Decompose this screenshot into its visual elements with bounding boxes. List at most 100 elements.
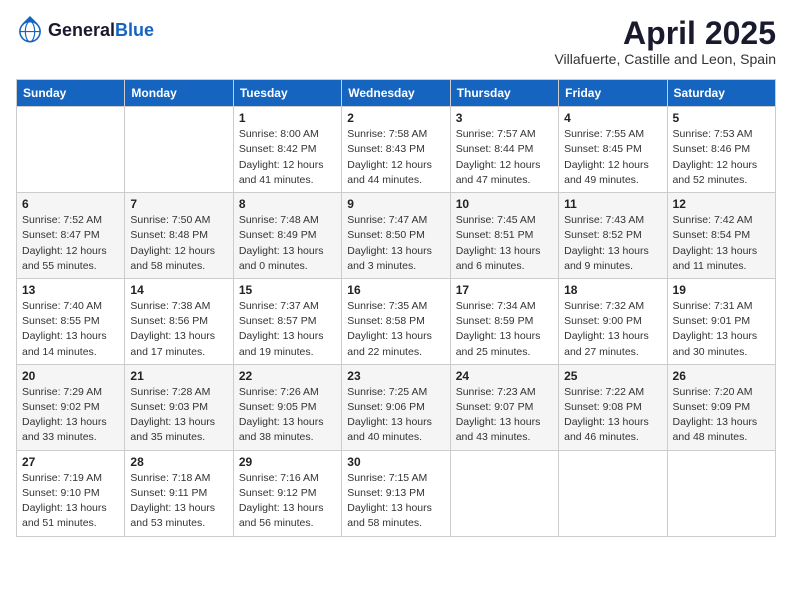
calendar-cell: 22 Sunrise: 7:26 AMSunset: 9:05 PMDayligh…	[233, 364, 341, 450]
calendar-cell: 17 Sunrise: 7:34 AMSunset: 8:59 PMDayligh…	[450, 278, 558, 364]
day-info: Sunrise: 7:45 AMSunset: 8:51 PMDaylight:…	[456, 213, 553, 274]
day-number: 25	[564, 369, 661, 383]
calendar-cell: 11 Sunrise: 7:43 AMSunset: 8:52 PMDayligh…	[559, 193, 667, 279]
day-info: Sunrise: 7:37 AMSunset: 8:57 PMDaylight:…	[239, 299, 336, 360]
day-number: 10	[456, 197, 553, 211]
title-area: April 2025 Villafuerte, Castille and Leo…	[554, 16, 776, 67]
calendar-cell	[450, 450, 558, 536]
day-info: Sunrise: 7:42 AMSunset: 8:54 PMDaylight:…	[673, 213, 770, 274]
day-info: Sunrise: 7:32 AMSunset: 9:00 PMDaylight:…	[564, 299, 661, 360]
calendar-table: SundayMondayTuesdayWednesdayThursdayFrid…	[16, 79, 776, 536]
day-header-friday: Friday	[559, 80, 667, 107]
calendar-header-row: SundayMondayTuesdayWednesdayThursdayFrid…	[17, 80, 776, 107]
day-number: 4	[564, 111, 661, 125]
day-number: 23	[347, 369, 444, 383]
day-info: Sunrise: 7:53 AMSunset: 8:46 PMDaylight:…	[673, 127, 770, 188]
calendar-cell: 3Sunrise: 7:57 AMSunset: 8:44 PMDaylight…	[450, 107, 558, 193]
logo-blue-text: Blue	[115, 20, 154, 40]
calendar-week-row: 20 Sunrise: 7:29 AMSunset: 9:02 PMDayligh…	[17, 364, 776, 450]
day-header-tuesday: Tuesday	[233, 80, 341, 107]
calendar-cell: 25 Sunrise: 7:22 AMSunset: 9:08 PMDayligh…	[559, 364, 667, 450]
calendar-week-row: 6 Sunrise: 7:52 AMSunset: 8:47 PMDaylight…	[17, 193, 776, 279]
calendar-week-row: 27Sunrise: 7:19 AMSunset: 9:10 PMDayligh…	[17, 450, 776, 536]
calendar-cell	[17, 107, 125, 193]
day-number: 13	[22, 283, 119, 297]
calendar-cell: 29Sunrise: 7:16 AMSunset: 9:12 PMDayligh…	[233, 450, 341, 536]
day-info: Sunrise: 7:31 AMSunset: 9:01 PMDaylight:…	[673, 299, 770, 360]
day-number: 20	[22, 369, 119, 383]
day-number: 14	[130, 283, 227, 297]
day-number: 1	[239, 111, 336, 125]
day-info: Sunrise: 7:47 AMSunset: 8:50 PMDaylight:…	[347, 213, 444, 274]
day-number: 7	[130, 197, 227, 211]
calendar-cell: 27Sunrise: 7:19 AMSunset: 9:10 PMDayligh…	[17, 450, 125, 536]
calendar-cell: 24Sunrise: 7:23 AMSunset: 9:07 PMDayligh…	[450, 364, 558, 450]
calendar-cell	[559, 450, 667, 536]
calendar-cell: 9 Sunrise: 7:47 AMSunset: 8:50 PMDaylight…	[342, 193, 450, 279]
calendar-cell: 2 Sunrise: 7:58 AMSunset: 8:43 PMDaylight…	[342, 107, 450, 193]
calendar-cell: 26Sunrise: 7:20 AMSunset: 9:09 PMDayligh…	[667, 364, 775, 450]
day-info: Sunrise: 7:52 AMSunset: 8:47 PMDaylight:…	[22, 213, 119, 274]
calendar-cell: 23 Sunrise: 7:25 AMSunset: 9:06 PMDayligh…	[342, 364, 450, 450]
day-number: 28	[130, 455, 227, 469]
calendar-cell: 15 Sunrise: 7:37 AMSunset: 8:57 PMDayligh…	[233, 278, 341, 364]
day-number: 24	[456, 369, 553, 383]
day-info: Sunrise: 7:34 AMSunset: 8:59 PMDaylight:…	[456, 299, 553, 360]
calendar-cell	[667, 450, 775, 536]
day-number: 9	[347, 197, 444, 211]
calendar-cell: 8Sunrise: 7:48 AMSunset: 8:49 PMDaylight…	[233, 193, 341, 279]
day-number: 17	[456, 283, 553, 297]
day-info: Sunrise: 7:43 AMSunset: 8:52 PMDaylight:…	[564, 213, 661, 274]
calendar-cell: 21 Sunrise: 7:28 AMSunset: 9:03 PMDayligh…	[125, 364, 233, 450]
day-number: 15	[239, 283, 336, 297]
day-header-saturday: Saturday	[667, 80, 775, 107]
day-info: Sunrise: 8:00 AMSunset: 8:42 PMDaylight:…	[239, 127, 336, 188]
day-info: Sunrise: 7:35 AMSunset: 8:58 PMDaylight:…	[347, 299, 444, 360]
day-info: Sunrise: 7:26 AMSunset: 9:05 PMDaylight:…	[239, 385, 336, 446]
day-info: Sunrise: 7:19 AMSunset: 9:10 PMDaylight:…	[22, 471, 119, 532]
calendar-cell: 1 Sunrise: 8:00 AMSunset: 8:42 PMDaylight…	[233, 107, 341, 193]
day-info: Sunrise: 7:40 AMSunset: 8:55 PMDaylight:…	[22, 299, 119, 360]
day-info: Sunrise: 7:55 AMSunset: 8:45 PMDaylight:…	[564, 127, 661, 188]
day-number: 11	[564, 197, 661, 211]
calendar-cell: 10 Sunrise: 7:45 AMSunset: 8:51 PMDayligh…	[450, 193, 558, 279]
day-info: Sunrise: 7:25 AMSunset: 9:06 PMDaylight:…	[347, 385, 444, 446]
day-number: 30	[347, 455, 444, 469]
location-subtitle: Villafuerte, Castille and Leon, Spain	[554, 51, 776, 67]
calendar-cell: 14 Sunrise: 7:38 AMSunset: 8:56 PMDayligh…	[125, 278, 233, 364]
day-number: 16	[347, 283, 444, 297]
calendar-cell: 5 Sunrise: 7:53 AMSunset: 8:46 PMDaylight…	[667, 107, 775, 193]
calendar-cell	[125, 107, 233, 193]
day-number: 22	[239, 369, 336, 383]
day-number: 6	[22, 197, 119, 211]
calendar-cell: 30 Sunrise: 7:15 AMSunset: 9:13 PMDayligh…	[342, 450, 450, 536]
calendar-cell: 13 Sunrise: 7:40 AMSunset: 8:55 PMDayligh…	[17, 278, 125, 364]
month-title: April 2025	[554, 16, 776, 51]
day-info: Sunrise: 7:22 AMSunset: 9:08 PMDaylight:…	[564, 385, 661, 446]
day-info: Sunrise: 7:38 AMSunset: 8:56 PMDaylight:…	[130, 299, 227, 360]
day-info: Sunrise: 7:28 AMSunset: 9:03 PMDaylight:…	[130, 385, 227, 446]
day-info: Sunrise: 7:16 AMSunset: 9:12 PMDaylight:…	[239, 471, 336, 532]
calendar-cell: 12 Sunrise: 7:42 AMSunset: 8:54 PMDayligh…	[667, 193, 775, 279]
day-header-wednesday: Wednesday	[342, 80, 450, 107]
calendar-cell: 18 Sunrise: 7:32 AMSunset: 9:00 PMDayligh…	[559, 278, 667, 364]
day-info: Sunrise: 7:58 AMSunset: 8:43 PMDaylight:…	[347, 127, 444, 188]
day-number: 3	[456, 111, 553, 125]
day-number: 18	[564, 283, 661, 297]
logo: GeneralBlue	[16, 16, 154, 44]
day-number: 2	[347, 111, 444, 125]
calendar-cell: 4 Sunrise: 7:55 AMSunset: 8:45 PMDaylight…	[559, 107, 667, 193]
day-info: Sunrise: 7:15 AMSunset: 9:13 PMDaylight:…	[347, 471, 444, 532]
logo-general-text: General	[48, 20, 115, 40]
day-number: 5	[673, 111, 770, 125]
calendar-cell: 20 Sunrise: 7:29 AMSunset: 9:02 PMDayligh…	[17, 364, 125, 450]
calendar-week-row: 1 Sunrise: 8:00 AMSunset: 8:42 PMDaylight…	[17, 107, 776, 193]
calendar-cell: 6 Sunrise: 7:52 AMSunset: 8:47 PMDaylight…	[17, 193, 125, 279]
day-info: Sunrise: 7:20 AMSunset: 9:09 PMDaylight:…	[673, 385, 770, 446]
day-number: 8	[239, 197, 336, 211]
day-number: 12	[673, 197, 770, 211]
day-info: Sunrise: 7:29 AMSunset: 9:02 PMDaylight:…	[22, 385, 119, 446]
day-number: 21	[130, 369, 227, 383]
calendar-cell: 28Sunrise: 7:18 AMSunset: 9:11 PMDayligh…	[125, 450, 233, 536]
day-header-sunday: Sunday	[17, 80, 125, 107]
